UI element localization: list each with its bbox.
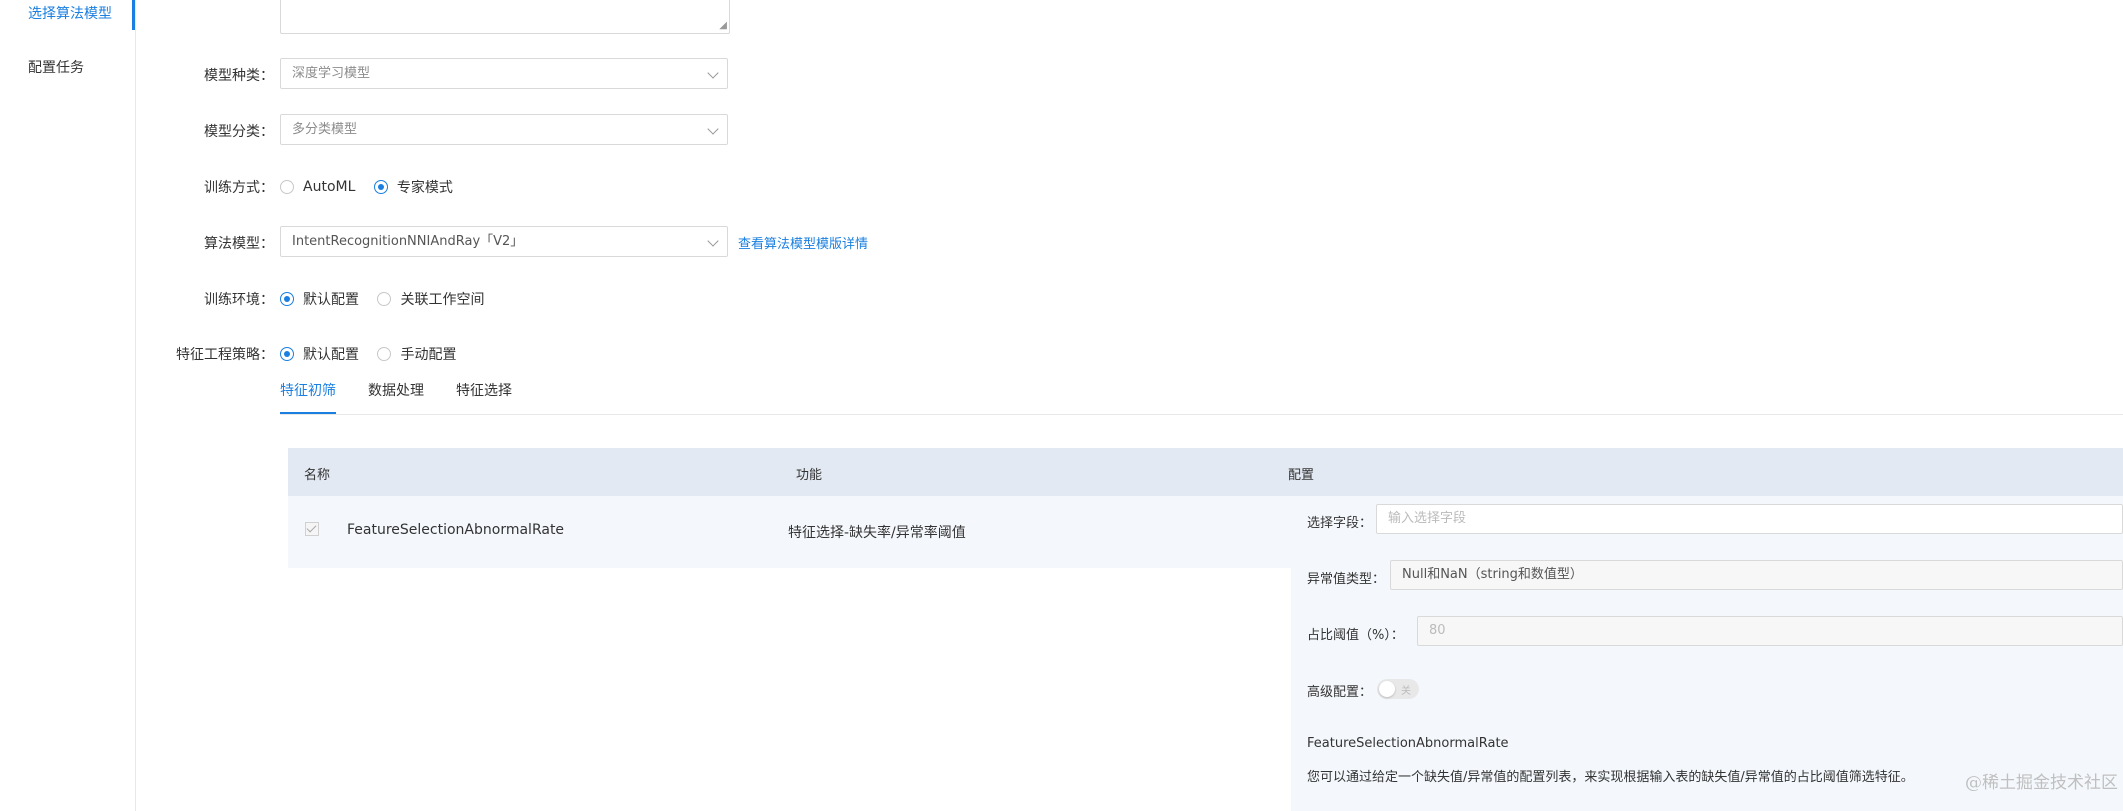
radio-circle-icon[interactable] [377,347,392,361]
description-title: FeatureSelectionAbnormalRate [1307,736,1509,751]
row-name: FeatureSelectionAbnormalRate [347,522,565,538]
model-class-label: 模型分类： [204,124,274,140]
template-details-link[interactable]: 查看算法模型模版详情 [738,233,868,252]
radio-label: 专家模式 [396,180,453,196]
config-panel: 选择字段： 输入选择字段 异常值类型： Null和NaN（string和数值型）… [1291,496,2123,811]
radio-label: 手动配置 [400,347,457,363]
chevron-down-icon [707,123,719,135]
model-kind-value: 深度学习模型 [292,66,371,81]
table-row: FeatureSelectionAbnormalRate 特征选择-缺失率/异常… [288,496,1291,568]
column-header-function: 功能 [796,468,823,483]
algorithm-label: 算法模型： [204,236,274,252]
algorithm-value: IntentRecognitionNNIAndRay「V2」 [292,234,524,249]
radio-checked-icon[interactable] [280,292,294,306]
toggle-knob [1379,681,1395,697]
feature-tabs: 特征初筛 数据处理 特征选择 [280,380,2123,415]
train-mode-radio-group: AutoML 专家模式 [280,177,467,198]
description-text: 您可以通过给定一个缺失值/异常值的配置列表，来实现根据输入表的缺失值/异常值的占… [1307,770,1914,785]
tab-feature-screening[interactable]: 特征初筛 [280,380,336,414]
field-select-label: 选择字段： [1307,516,1373,531]
radio-checked-icon[interactable] [373,180,388,194]
toggle-label: 关 [1401,686,1411,697]
radio-circle-icon[interactable] [377,292,392,306]
field-select-placeholder: 输入选择字段 [1388,511,1467,526]
column-header-config: 配置 [1288,468,1315,483]
column-header-name: 名称 [304,468,331,483]
tab-data-processing[interactable]: 数据处理 [368,380,424,412]
model-class-value: 多分类模型 [292,122,358,137]
resize-grip-icon[interactable]: ◢ [719,21,727,31]
chevron-down-icon [707,67,719,79]
sidebar: 选择算法模型 配置任务 [0,0,136,811]
radio-checked-icon[interactable] [280,347,294,361]
watermark: @稀土掘金技术社区 [1965,773,2118,793]
chevron-down-icon [707,235,719,247]
radio-label: AutoML [303,179,356,195]
radio-expert-mode[interactable]: 专家模式 [373,177,453,197]
model-class-select[interactable]: 多分类模型 [280,114,728,145]
radio-linked-workspace[interactable]: 关联工作空间 [377,289,484,309]
abnormal-type-value: Null和NaN（string和数值型） [1402,567,1583,582]
feature-strategy-radio-group: 默认配置 手动配置 [280,344,470,365]
radio-default-config[interactable]: 默认配置 [280,344,359,364]
sidebar-active-indicator [132,0,135,30]
row-function: 特征选择-缺失率/异常率阈值 [788,525,966,541]
feature-strategy-label: 特征工程策略： [176,347,274,363]
ratio-threshold-label: 占比阈值（%）： [1307,628,1404,643]
field-select-input[interactable]: 输入选择字段 [1376,504,2123,534]
checkbox-checked-icon[interactable] [305,522,319,536]
advanced-config-label: 高级配置： [1307,685,1373,700]
train-mode-label: 训练方式： [204,180,274,196]
advanced-config-toggle[interactable]: 关 [1377,679,1419,699]
tab-feature-selection[interactable]: 特征选择 [456,380,512,412]
abnormal-type-label: 异常值类型： [1307,572,1386,587]
model-kind-label: 模型种类： [204,68,274,84]
algorithm-select[interactable]: IntentRecognitionNNIAndRay「V2」 [280,226,728,257]
radio-label: 默认配置 [303,347,359,363]
radio-automl[interactable]: AutoML [280,179,355,195]
train-env-label: 训练环境： [204,292,274,308]
sidebar-item-config-task[interactable]: 配置任务 [28,57,84,77]
ratio-threshold-value: 80 [1429,623,1446,638]
radio-default-config[interactable]: 默认配置 [280,289,359,309]
train-env-radio-group: 默认配置 关联工作空间 [280,289,498,310]
abnormal-type-select[interactable]: Null和NaN（string和数值型） [1390,560,2123,590]
table-header: 名称 功能 配置 [288,448,2123,496]
main-content: ◢ 模型种类： 深度学习模型 模型分类： 多分类模型 训练方式： AutoML … [136,0,2123,811]
radio-manual-config[interactable]: 手动配置 [377,344,456,364]
radio-label: 默认配置 [303,292,359,308]
radio-label: 关联工作空间 [400,292,485,308]
model-kind-select[interactable]: 深度学习模型 [280,58,728,89]
ratio-threshold-input[interactable]: 80 [1417,616,2123,646]
radio-circle-icon[interactable] [280,180,294,194]
sidebar-item-select-model[interactable]: 选择算法模型 [28,3,112,23]
description-textarea[interactable]: ◢ [280,0,730,34]
